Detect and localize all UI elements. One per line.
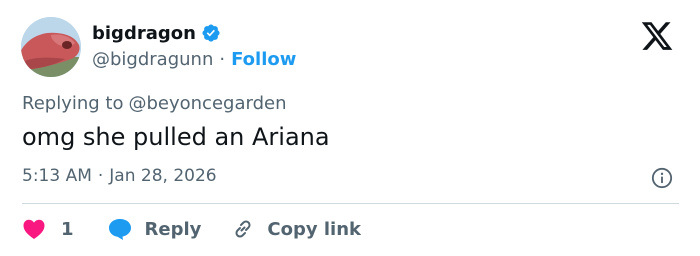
like-count: 1 (61, 218, 74, 240)
tweet-time[interactable]: 5:13 AM (22, 166, 92, 186)
author-handle[interactable]: @bigdragunn (92, 49, 213, 70)
verified-badge-icon (201, 23, 221, 43)
reply-label: Reply (144, 218, 202, 240)
author-handle-row: @bigdragunn · Follow (92, 47, 296, 71)
replying-to-label: Replying to (22, 93, 124, 114)
follow-button[interactable]: Follow (231, 49, 296, 70)
link-icon (231, 217, 255, 241)
author-display-name[interactable]: bigdragon (92, 23, 196, 44)
heart-icon (22, 218, 46, 240)
tweet-meta: 5:13 AM · Jan 28, 2026 (22, 166, 217, 186)
avatar[interactable] (21, 17, 81, 77)
author-name-row: bigdragon (92, 20, 221, 46)
meta-separator: · (97, 166, 104, 186)
replying-to-mention[interactable]: @beyoncegarden (128, 93, 286, 114)
tweet-text: omg she pulled an Ariana (22, 123, 330, 151)
like-button[interactable]: 1 (22, 218, 74, 240)
divider (22, 203, 679, 204)
info-icon[interactable] (651, 167, 673, 189)
tweet-date[interactable]: Jan 28, 2026 (109, 166, 216, 186)
avatar-image (21, 17, 81, 77)
x-logo-icon[interactable] (640, 19, 674, 53)
reply-context: Replying to @beyoncegarden (22, 93, 286, 114)
reply-button[interactable]: Reply (107, 217, 202, 241)
copy-link-label: Copy link (267, 218, 361, 240)
action-bar: 1 Reply Copy link (22, 215, 361, 243)
copy-link-button[interactable]: Copy link (231, 217, 361, 241)
handle-separator: · (219, 48, 226, 70)
speech-bubble-icon (107, 217, 133, 241)
